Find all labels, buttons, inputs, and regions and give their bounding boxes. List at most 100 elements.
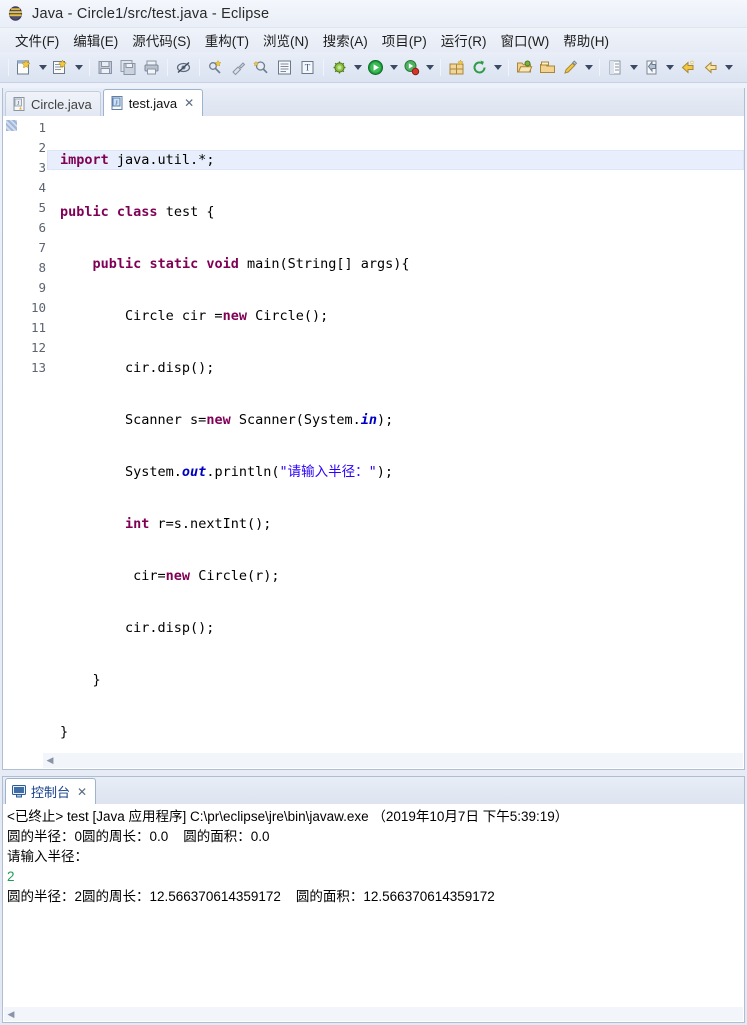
- coverage-icon[interactable]: [400, 56, 423, 79]
- toolbar-separator: [508, 58, 509, 76]
- new-java-class-icon[interactable]: [49, 56, 72, 79]
- external-tools-icon[interactable]: [559, 56, 582, 79]
- menu-edit[interactable]: 编辑(E): [66, 29, 125, 51]
- code-text-area[interactable]: import java.util.*; public class test { …: [47, 116, 744, 769]
- menu-source[interactable]: 源代码(S): [125, 29, 198, 51]
- line-number: 1: [38, 120, 46, 135]
- new-annotation-icon[interactable]: [204, 56, 227, 79]
- open-type-icon[interactable]: T: [296, 56, 319, 79]
- line-number: 13: [30, 360, 46, 375]
- console-line: 2: [7, 869, 15, 884]
- scroll-left-icon[interactable]: ◀: [43, 755, 57, 766]
- forward-icon[interactable]: [699, 56, 722, 79]
- menu-file[interactable]: 文件(F): [8, 29, 66, 51]
- forward-dropdown-arrow[interactable]: [722, 56, 735, 79]
- print-icon[interactable]: [140, 56, 163, 79]
- java-file-icon: J: [13, 97, 25, 111]
- code-line: int r=s.nextInt();: [125, 516, 272, 532]
- code-line: }: [60, 672, 101, 688]
- toggle-mark-occurrences-icon[interactable]: [172, 56, 195, 79]
- console-horizontal-scrollbar[interactable]: ◀: [4, 1007, 743, 1021]
- line-number: 7: [38, 240, 46, 255]
- editor-tab-circle-java[interactable]: J Circle.java: [5, 91, 101, 116]
- console-line: 圆的半径：2圆的周长：12.566370614359172 圆的面积：12.56…: [7, 889, 495, 904]
- line-number: 4: [38, 180, 46, 195]
- close-icon[interactable]: ✕: [184, 97, 194, 109]
- back-icon[interactable]: [676, 56, 699, 79]
- open-task-icon[interactable]: [273, 56, 296, 79]
- editor-tab-bar: J Circle.java J test.java ✕: [3, 88, 744, 116]
- save-icon[interactable]: [94, 56, 117, 79]
- eclipse-logo-icon: [8, 6, 23, 21]
- annotation-ruler[interactable]: [3, 116, 19, 769]
- next-annotation-icon[interactable]: [604, 56, 627, 79]
- code-editor[interactable]: 1 2 3 4 5 6 7 8 9 10 11 12 13 ⊖ import j: [3, 116, 744, 769]
- line-number: 3: [38, 160, 46, 175]
- save-all-icon[interactable]: [117, 56, 140, 79]
- menu-bar: 文件(F) 编辑(E) 源代码(S) 重构(T) 浏览(N) 搜索(A) 项目(…: [0, 28, 747, 52]
- line-number: 9: [38, 280, 46, 295]
- console-line: 请输入半径：: [7, 849, 88, 864]
- menu-refactor[interactable]: 重构(T): [198, 29, 256, 51]
- new-java-class-dropdown-arrow[interactable]: [72, 56, 85, 79]
- refresh-icon[interactable]: [468, 56, 491, 79]
- toolbar-separator: [8, 58, 9, 76]
- coverage-dropdown-arrow[interactable]: [423, 56, 436, 79]
- open-folder-icon[interactable]: [513, 56, 536, 79]
- build-icon[interactable]: [227, 56, 250, 79]
- console-icon: [12, 785, 26, 798]
- editor-horizontal-scrollbar[interactable]: ◀: [43, 753, 743, 768]
- code-line: public static void main(String[] args){: [92, 256, 410, 272]
- menu-help[interactable]: 帮助(H): [556, 29, 616, 51]
- toolbar-separator: [440, 58, 441, 76]
- scroll-left-icon[interactable]: ◀: [4, 1009, 18, 1020]
- last-edit-location-icon[interactable]: [640, 56, 663, 79]
- svg-text:T: T: [305, 62, 311, 72]
- line-number: 5: [38, 200, 46, 215]
- code-line: public class test {: [60, 204, 215, 220]
- line-number: 11: [30, 320, 46, 335]
- editor-tab-label: Circle.java: [31, 96, 92, 112]
- open-package-icon[interactable]: [536, 56, 559, 79]
- toolbar-separator: [89, 58, 90, 76]
- occurrence-marker: [6, 120, 17, 131]
- last-edit-location-dropdown-arrow[interactable]: [663, 56, 676, 79]
- code-line: cir=new Circle(r);: [60, 568, 280, 584]
- refresh-dropdown-arrow[interactable]: [491, 56, 504, 79]
- editor-panel: J Circle.java J test.java ✕ 1 2 3 4 5 6 …: [2, 88, 745, 770]
- console-output[interactable]: <已终止> test [Java 应用程序] C:\pr\eclipse\jre…: [3, 804, 744, 1022]
- run-icon[interactable]: [364, 56, 387, 79]
- code-line: Circle cir =new Circle();: [60, 308, 329, 324]
- menu-search[interactable]: 搜索(A): [316, 29, 375, 51]
- next-annotation-dropdown-arrow[interactable]: [627, 56, 640, 79]
- menu-run[interactable]: 运行(R): [434, 29, 494, 51]
- console-tab-label: 控制台: [31, 785, 71, 800]
- menu-window[interactable]: 窗口(W): [494, 29, 557, 51]
- line-number: 12: [30, 340, 46, 355]
- debug-run-icon[interactable]: [328, 56, 351, 79]
- external-tools-dropdown-arrow[interactable]: [582, 56, 595, 79]
- toolbar-separator: [199, 58, 200, 76]
- menu-project[interactable]: 项目(P): [375, 29, 434, 51]
- toolbar-separator: [323, 58, 324, 76]
- close-icon[interactable]: ✕: [77, 786, 87, 798]
- toolbar-separator: [167, 58, 168, 76]
- search-icon[interactable]: [250, 56, 273, 79]
- code-line: cir.disp();: [60, 360, 215, 376]
- new-wizard-dropdown-arrow[interactable]: [36, 56, 49, 79]
- console-tab[interactable]: 控制台 ✕: [5, 778, 97, 804]
- line-number-ruler: 1 2 3 4 5 6 7 8 9 10 11 12 13: [19, 116, 47, 769]
- new-wizard-icon[interactable]: [13, 56, 36, 79]
- console-line: 圆的半径：0圆的周长：0.0 圆的面积：0.0: [7, 829, 270, 844]
- main-toolbar: T: [0, 52, 747, 83]
- new-java-project-icon[interactable]: [445, 56, 468, 79]
- debug-run-dropdown-arrow[interactable]: [351, 56, 364, 79]
- run-dropdown-arrow[interactable]: [387, 56, 400, 79]
- java-file-icon: J: [111, 96, 123, 110]
- console-line: <已终止> test [Java 应用程序] C:\pr\eclipse\jre…: [7, 809, 569, 824]
- menu-navigate[interactable]: 浏览(N): [256, 29, 316, 51]
- code-line: cir.disp();: [60, 620, 215, 636]
- console-panel: 控制台 ✕ <已终止> test [Java 应用程序] C:\pr\eclip…: [2, 776, 745, 1023]
- editor-tab-test-java[interactable]: J test.java ✕: [102, 89, 204, 116]
- code-line: import java.util.*;: [47, 150, 744, 170]
